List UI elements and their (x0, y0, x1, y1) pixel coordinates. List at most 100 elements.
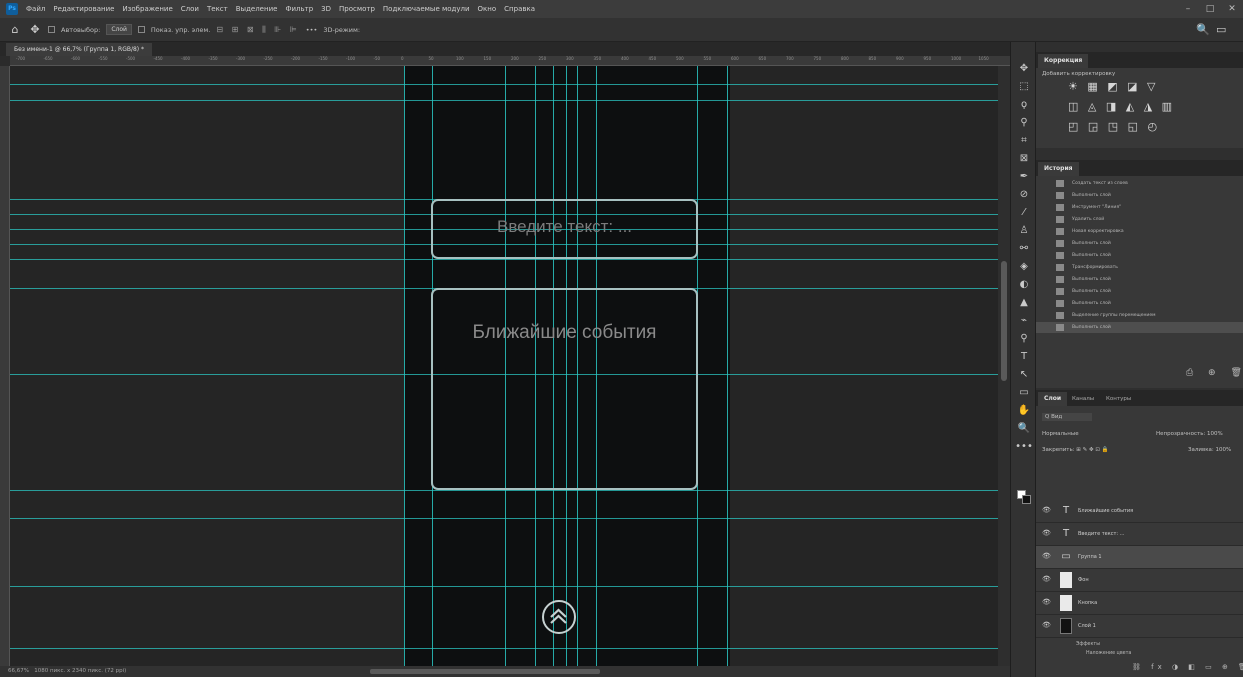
lasso-tool-icon[interactable]: ϙ (1011, 98, 1037, 112)
horizontal-scroll-thumb[interactable] (370, 669, 600, 674)
maximize-button[interactable]: □ (1199, 0, 1221, 18)
scroll-up-button[interactable] (542, 600, 576, 634)
opacity-field[interactable]: Непрозрачность: 100% (1156, 431, 1223, 437)
layer-row-selected[interactable]: 👁 ▭ Группа 1 (1036, 546, 1243, 569)
guide-vertical[interactable] (727, 66, 728, 666)
menu-filter[interactable]: Фильтр (281, 5, 317, 13)
history-brush-tool-icon[interactable]: ⚯ (1011, 242, 1037, 256)
layer-effects-label[interactable]: Эффекты (1076, 642, 1100, 647)
layer-filter-select[interactable]: Q Вид (1042, 413, 1093, 421)
crop-tool-icon[interactable]: ⌗ (1011, 134, 1037, 148)
more-options-button[interactable]: ••• (306, 26, 318, 34)
gradient-tool-icon[interactable]: ◐ (1011, 278, 1037, 292)
history-item[interactable]: Выполнить слой (1036, 238, 1243, 249)
zoom-tool-icon[interactable]: 🔍 (1011, 422, 1037, 436)
tab-adjustments[interactable]: Коррекция (1038, 54, 1089, 68)
menu-help[interactable]: Справка (500, 5, 539, 13)
history-item[interactable]: Новая корректировка (1036, 226, 1243, 237)
home-icon[interactable]: ⌂ (8, 23, 22, 36)
history-item[interactable]: Создать текст из слоев (1036, 178, 1243, 189)
layer-effect-item[interactable]: Наложение цвета (1086, 651, 1131, 656)
tab-history[interactable]: История (1038, 162, 1079, 176)
tab-paths[interactable]: Контуры (1102, 392, 1135, 406)
guide-horizontal[interactable] (10, 84, 998, 85)
tab-channels[interactable]: Каналы (1068, 392, 1098, 406)
visibility-eye-icon[interactable]: 👁 (1042, 598, 1051, 606)
adjustment-icons-row-3[interactable]: ◰ ◲ ◳ ◱ ◴ (1068, 120, 1160, 133)
blend-mode-select[interactable]: Нормальные (1042, 431, 1079, 437)
visibility-eye-icon[interactable]: 👁 (1042, 575, 1051, 583)
menu-plugins[interactable]: Подключаемые модули (379, 5, 474, 13)
menu-select[interactable]: Выделение (232, 5, 282, 13)
history-footer-buttons[interactable]: ⎙ ⊕ 🗑 (1186, 368, 1243, 378)
history-item[interactable]: Трансформировать (1036, 262, 1243, 273)
shape-tool-icon[interactable]: ▭ (1011, 386, 1037, 400)
pen-tool-icon[interactable]: ⚲ (1011, 332, 1037, 346)
menu-file[interactable]: Файл (22, 5, 49, 13)
search-icon[interactable]: 🔍 (1196, 18, 1210, 42)
history-item[interactable]: Удалить слой (1036, 214, 1243, 225)
hand-tool-icon[interactable]: ✋ (1011, 404, 1037, 418)
brush-tool-icon[interactable]: ⁄ (1011, 206, 1037, 220)
history-item[interactable]: Выполнить слой (1036, 286, 1243, 297)
vertical-scrollbar[interactable] (998, 66, 1010, 666)
history-item-current[interactable]: Выполнить слой (1036, 322, 1243, 334)
menu-image[interactable]: Изображение (118, 5, 176, 13)
visibility-eye-icon[interactable]: 👁 (1042, 621, 1051, 629)
adjustment-icons-row-1[interactable]: ☀ ▦ ◩ ◪ ▽ (1068, 80, 1159, 93)
events-card-mockup[interactable]: Ближайшие события (431, 288, 698, 490)
move-tool-icon[interactable]: ✥ (1011, 62, 1037, 76)
close-button[interactable]: ✕ (1221, 0, 1243, 18)
eyedropper-tool-icon[interactable]: ✒ (1011, 170, 1037, 184)
menu-edit[interactable]: Редактирование (49, 5, 118, 13)
guide-horizontal[interactable] (10, 259, 998, 260)
vertical-scroll-thumb[interactable] (1001, 261, 1007, 381)
menu-window[interactable]: Окно (474, 5, 501, 13)
visibility-eye-icon[interactable]: 👁 (1042, 552, 1051, 560)
dodge-tool-icon[interactable]: ⌁ (1011, 314, 1037, 328)
move-tool-icon[interactable]: ✥ (28, 23, 42, 36)
adjustment-icons-row-2[interactable]: ◫ ◬ ◨ ◭ ◮ ▥ (1068, 100, 1175, 113)
marquee-tool-icon[interactable]: ⬚ (1011, 80, 1037, 94)
menu-3d[interactable]: 3D (317, 5, 335, 13)
lock-controls[interactable]: Закрепить: ⊞ ✎ ✥ ⊡ 🔒 (1042, 447, 1109, 453)
stamp-tool-icon[interactable]: ♙ (1011, 224, 1037, 238)
status-zoom[interactable]: 66,67% 1080 пикс. x 2340 пикс. (72 ppi) (8, 666, 126, 677)
eraser-tool-icon[interactable]: ◈ (1011, 260, 1037, 274)
autoselect-dropdown[interactable]: Слой (106, 24, 132, 35)
guide-vertical[interactable] (404, 66, 405, 666)
background-color-swatch[interactable] (1022, 495, 1031, 504)
history-item[interactable]: Инструмент "Линия" (1036, 202, 1243, 213)
history-item[interactable]: Выполнить слой (1036, 190, 1243, 201)
more-tools-icon[interactable]: ••• (1011, 440, 1037, 454)
layer-row[interactable]: 👁 T Введите текст: ... (1036, 523, 1243, 546)
visibility-eye-icon[interactable]: 👁 (1042, 529, 1051, 537)
layers-footer-buttons[interactable]: ⛓ fx ◑ ◧ ▭ ⊕ 🗑 (1132, 663, 1243, 671)
text-input-mockup[interactable]: Введите текст: ... (431, 199, 698, 259)
guide-horizontal[interactable] (10, 518, 998, 519)
guide-horizontal[interactable] (10, 100, 998, 101)
tab-layers[interactable]: Слои (1038, 392, 1068, 406)
type-tool-icon[interactable]: T (1011, 350, 1037, 364)
guide-horizontal[interactable] (10, 586, 998, 587)
healing-tool-icon[interactable]: ⊘ (1011, 188, 1037, 202)
workspace-icon[interactable]: ▭ (1216, 18, 1226, 42)
canvas-area[interactable]: Введите текст: ... Ближайшие события (10, 66, 998, 666)
history-item[interactable]: Выполнить слой (1036, 274, 1243, 285)
layer-row[interactable]: 👁 T Ближайшие события (1036, 500, 1243, 523)
guide-horizontal[interactable] (10, 490, 998, 491)
align-buttons[interactable]: ⊟ ⊞ ⊠ ⫼ ⊪ ⊫ (216, 25, 299, 35)
history-item[interactable]: Выполнить слой (1036, 250, 1243, 261)
path-select-tool-icon[interactable]: ↖ (1011, 368, 1037, 382)
history-item[interactable]: Выполнить слой (1036, 298, 1243, 309)
history-item[interactable]: Выделение группы перемещением (1036, 310, 1243, 321)
transform-controls-checkbox[interactable] (137, 26, 145, 33)
fill-field[interactable]: Заливка: 100% (1188, 447, 1231, 453)
blur-tool-icon[interactable]: ▲ (1011, 296, 1037, 310)
menu-type[interactable]: Текст (203, 5, 232, 13)
layer-row[interactable]: 👁 Кнопка (1036, 592, 1243, 615)
layer-row[interactable]: 👁 Слой 1 (1036, 615, 1243, 638)
autoselect-checkbox[interactable] (48, 26, 55, 33)
minimize-button[interactable]: – (1177, 0, 1199, 18)
visibility-eye-icon[interactable]: 👁 (1042, 506, 1051, 514)
